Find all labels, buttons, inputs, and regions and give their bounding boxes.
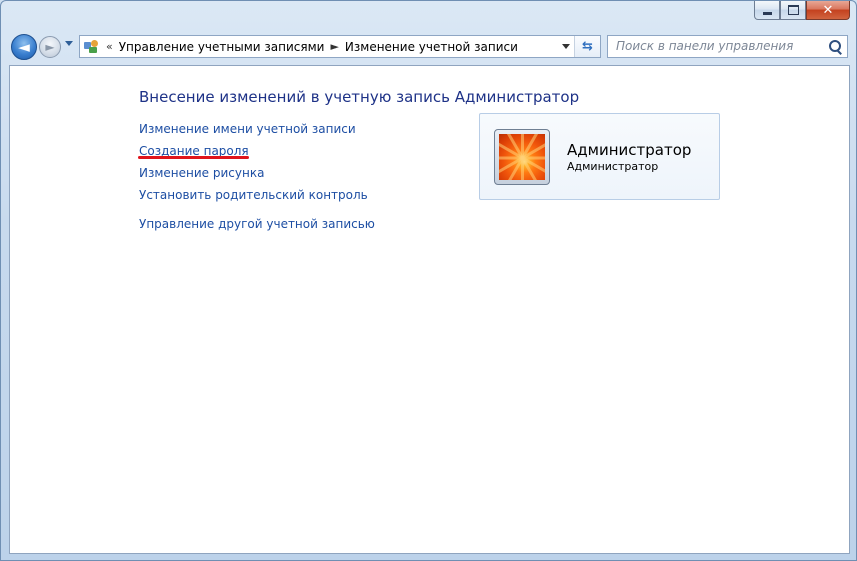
minimize-icon [762, 11, 772, 15]
close-button[interactable]: ✕ [806, 1, 850, 20]
caption-buttons: ✕ [754, 1, 850, 21]
maximize-icon [787, 5, 799, 15]
control-panel-window: ✕ ◄ ► « Управление учетными записями ► И… [0, 0, 857, 561]
account-type: Администратор [567, 160, 659, 173]
arrow-right-icon: ► [45, 40, 55, 54]
avatar [494, 129, 550, 185]
content-pane: Внесение изменений в учетную запись Адми… [9, 65, 850, 554]
recent-pages-dropdown-icon[interactable] [65, 41, 73, 46]
refresh-button[interactable]: ⇆ [574, 36, 600, 57]
breadcrumb-overflow-icon[interactable]: « [106, 40, 113, 53]
parental-controls-link[interactable]: Установить родительский контроль [139, 188, 368, 202]
title-bar[interactable]: ✕ [1, 1, 856, 31]
search-icon[interactable] [827, 39, 843, 55]
search-placeholder: Поиск в панели управления [616, 39, 794, 53]
breadcrumb-separator-icon[interactable]: ► [330, 40, 338, 53]
minimize-button[interactable] [754, 1, 780, 20]
account-name: Администратор [567, 141, 692, 159]
maximize-button[interactable] [780, 1, 806, 20]
back-button[interactable]: ◄ [11, 34, 37, 60]
manage-another-account-link[interactable]: Управление другой учетной записью [139, 217, 375, 231]
navigation-bar: ◄ ► « Управление учетными записями ► Изм… [1, 31, 856, 63]
control-panel-icon [84, 39, 100, 54]
address-dropdown-icon[interactable] [562, 44, 570, 49]
breadcrumb-user-accounts[interactable]: Управление учетными записями [119, 40, 325, 54]
breadcrumb-change-account[interactable]: Изменение учетной записи [345, 40, 518, 54]
change-account-name-link[interactable]: Изменение имени учетной записи [139, 122, 356, 136]
close-icon: ✕ [822, 2, 834, 18]
search-input[interactable]: Поиск в панели управления [607, 35, 848, 58]
flower-picture-icon [499, 134, 545, 180]
refresh-icon: ⇆ [582, 39, 593, 54]
address-bar[interactable]: « Управление учетными записями ► Изменен… [79, 35, 601, 58]
change-picture-link[interactable]: Изменение рисунка [139, 166, 264, 180]
annotation-underline [138, 156, 249, 159]
arrow-left-icon: ◄ [18, 38, 30, 56]
page-title: Внесение изменений в учетную запись Адми… [139, 88, 580, 106]
forward-button[interactable]: ► [39, 36, 61, 58]
account-card: Администратор Администратор [479, 113, 720, 200]
